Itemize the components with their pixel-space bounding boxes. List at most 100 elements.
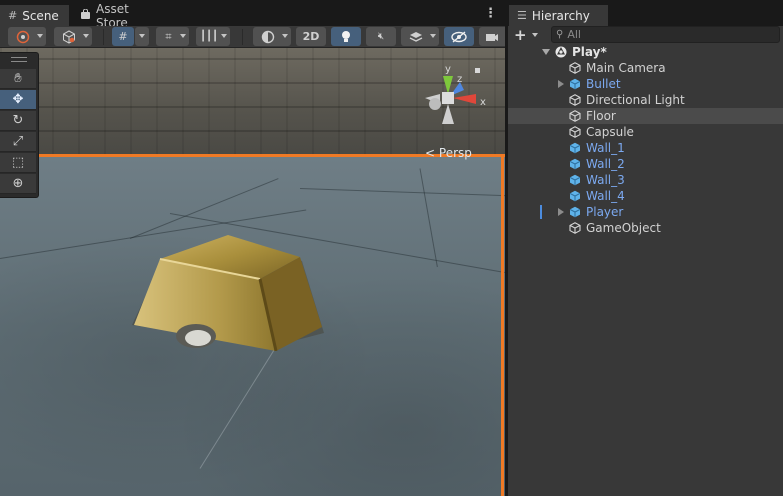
scene-viewport[interactable]: ✋︎ ✥ ↻ ⤢ ⬚ ⊕ y x z < Persp [0,48,505,496]
lightbulb-icon [342,30,350,42]
hidden-objects-toggle[interactable] [444,27,474,46]
hierarchy-item-wall-3[interactable]: Wall_3 [508,172,783,188]
2d-toggle[interactable]: 2D [296,27,326,46]
tab-hierarchy-label: Hierarchy [531,8,590,23]
transform-tool-button[interactable]: ⊕ [0,174,36,194]
tab-asset-store[interactable]: Asset Store [72,2,172,30]
chevron-down-icon [532,33,538,37]
bullet-object[interactable] [130,231,326,351]
camera-icon [486,33,498,41]
camera-settings-button[interactable] [479,27,505,46]
transform-icon: ⊕ [12,176,24,191]
expand-arrow-icon[interactable] [542,49,550,55]
hand-tool-button[interactable]: ✋︎ [0,69,36,89]
item-label: Main Camera [586,61,666,75]
prefab-icon [569,78,581,90]
ruler-icon: ┃┃┃ [199,31,219,42]
gameobject-icon [569,94,581,106]
rotate-tool-button[interactable]: ↻ [0,111,36,131]
unity-scene-icon [555,46,567,58]
vertex-snap-dropdown[interactable]: ┃┃┃ [196,27,230,46]
prefab-icon [569,190,581,202]
scene-root-row[interactable]: Play* [508,44,783,60]
hierarchy-item-player[interactable]: Player [508,204,783,220]
scene-toolbar: # ⌗ ┃┃┃ 2D 🔇︎ [0,26,505,48]
increment-snap-icon: ⌗ [165,29,172,43]
eye-slash-icon [451,30,467,43]
audio-muted-icon: 🔇︎ [377,31,385,42]
gameobject-icon [569,62,581,74]
prefab-icon [569,158,581,170]
lighting-toggle[interactable] [331,27,361,46]
layers-icon [409,31,423,42]
gameobject-icon [569,110,581,122]
projection-text: Persp [438,146,472,160]
item-label: Floor [586,109,616,123]
hierarchy-item-capsule[interactable]: Capsule [508,124,783,140]
audio-toggle[interactable]: 🔇︎ [366,27,396,46]
arrow-left-icon: < [425,146,436,160]
rect-tool-button[interactable]: ⬚ [0,153,36,173]
expand-arrow-icon[interactable] [558,208,564,216]
tab-scene-label: Scene [22,8,59,23]
item-label: Wall_3 [586,173,625,187]
scale-tool-button[interactable]: ⤢ [0,132,36,152]
hierarchy-item-bullet[interactable]: Bullet [508,76,783,92]
search-icon: ⚲ [556,29,564,40]
render-mode-dropdown[interactable] [54,27,92,46]
prefab-icon [569,142,581,154]
axis-y-label: y [445,64,451,75]
rotate-icon: ↻ [12,113,24,128]
item-label: Bullet [586,77,621,91]
scene-panel: # Scene Asset Store ⋮ # ⌗ ┃┃┃ 2D 🔇︎ ✋︎ ✥… [0,0,505,496]
increment-snap-dropdown[interactable]: ⌗ [156,27,189,46]
override-marker [540,205,542,219]
hierarchy-search[interactable]: ⚲ [551,26,780,43]
tab-hierarchy[interactable]: ☰ Hierarchy [509,5,608,26]
hierarchy-item-wall-1[interactable]: Wall_1 [508,140,783,156]
item-label: Capsule [586,125,634,139]
more-options-icon[interactable]: ⋮ [484,6,497,21]
effects-dropdown[interactable] [401,27,439,46]
expand-arrow-icon[interactable] [558,80,564,88]
hierarchy-item-main-camera[interactable]: Main Camera [508,60,783,76]
prefab-icon [569,174,581,186]
item-label: Wall_4 [586,189,625,203]
hierarchy-panel: ☰ Hierarchy + ⚲ Play* Main Camera [507,0,783,496]
selection-outline-right [501,154,504,496]
orientation-gizmo[interactable]: y x z [420,60,490,132]
hierarchy-item-wall-4[interactable]: Wall_4 [508,188,783,204]
draw-mode-dropdown[interactable] [8,27,46,46]
grid-snap-dropdown[interactable] [135,27,149,46]
sphere-icon [261,30,275,43]
rect-icon: ⬚ [11,155,25,170]
prefab-icon [569,206,581,218]
hierarchy-item-directional-light[interactable]: Directional Light [508,92,783,108]
cube-icon [63,29,75,44]
grid-icon: # [8,9,18,22]
item-label: Player [586,205,624,219]
list-icon: ☰ [517,9,527,22]
hand-icon: ✋︎ [14,71,22,86]
gameobject-icon [569,222,581,234]
hierarchy-item-wall-2[interactable]: Wall_2 [508,156,783,172]
shading-mode-dropdown[interactable] [253,27,291,46]
grid-snap-toggle[interactable]: # [112,27,134,46]
move-arrows-icon: ✥ [12,92,24,107]
tab-scene[interactable]: # Scene [0,5,69,26]
palette-grip-handle[interactable] [11,57,27,62]
create-button[interactable]: + [514,26,542,44]
move-tool-button[interactable]: ✥ [0,90,36,110]
hierarchy-tab-bar: ☰ Hierarchy [508,0,783,26]
projection-label[interactable]: < Persp [425,146,472,160]
item-label: Wall_2 [586,157,625,171]
hierarchy-tree: Play* Main Camera Bullet Directional Lig… [508,44,783,236]
hierarchy-item-gameobject[interactable]: GameObject [508,220,783,236]
bag-icon [80,8,91,23]
hierarchy-item-floor[interactable]: Floor [508,108,783,124]
axis-z-label: z [457,74,462,85]
scene-name: Play* [572,45,607,59]
draw-mode-icon [16,30,30,43]
search-input[interactable] [567,28,758,41]
hierarchy-toolbar: + ⚲ [508,26,783,44]
